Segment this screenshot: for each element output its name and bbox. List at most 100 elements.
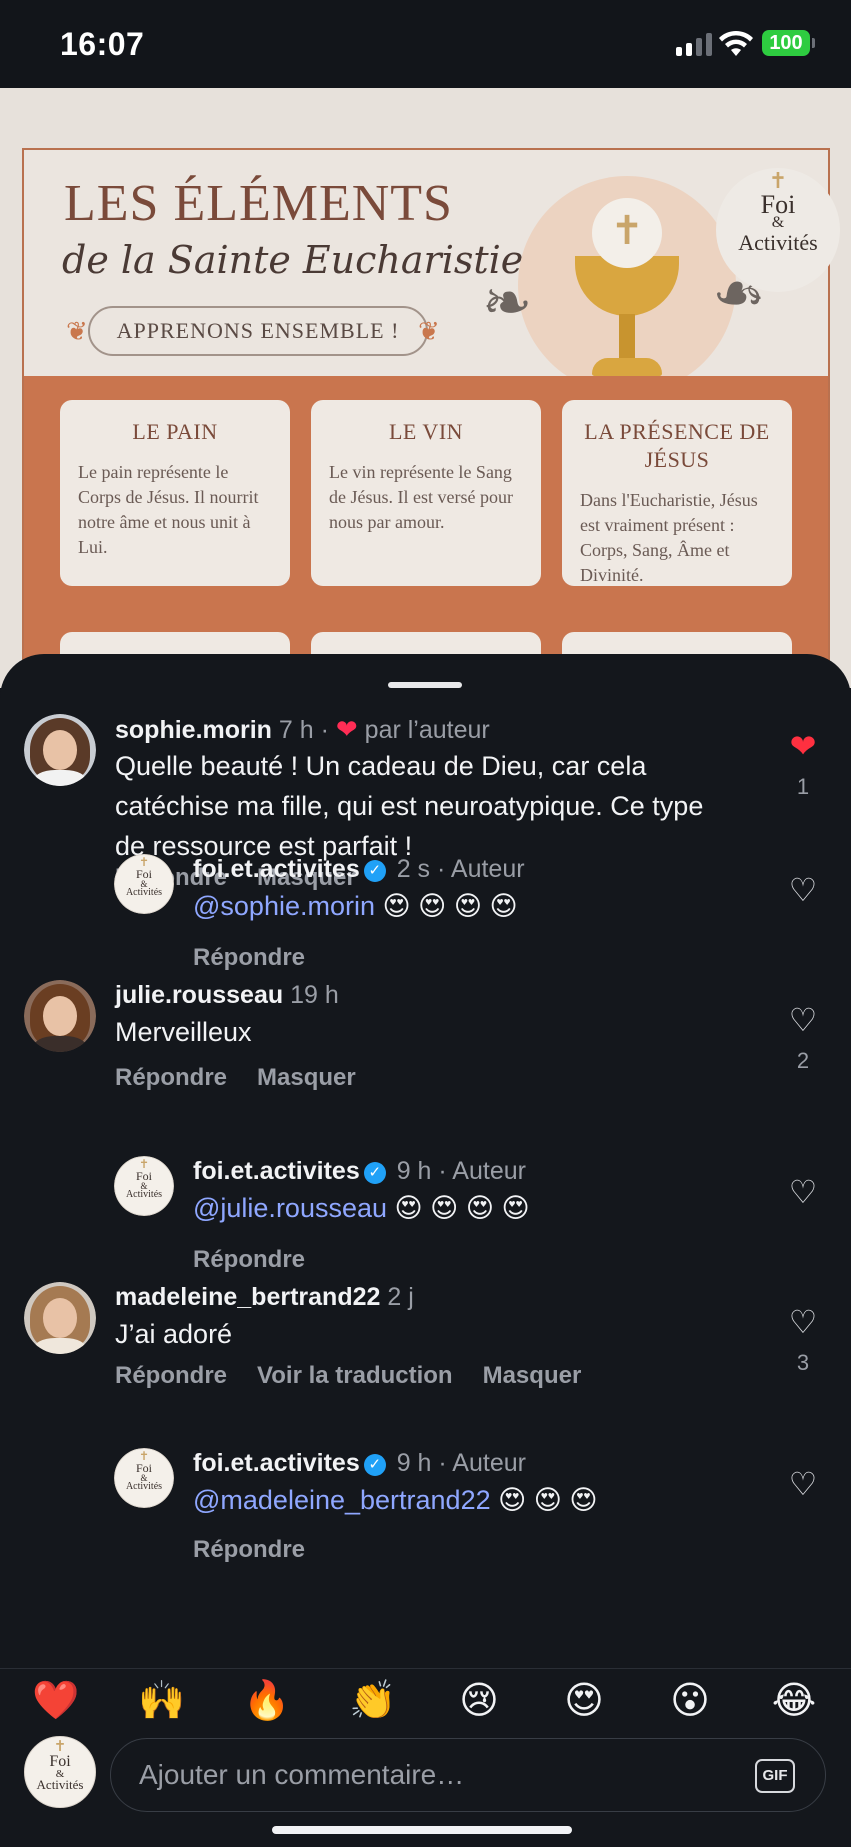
like-count: 1	[796, 774, 810, 799]
heart-outline-icon: ♡	[788, 1304, 818, 1340]
verified-badge-icon: ✓	[363, 860, 386, 882]
emoji-text: 😍 😍 😍 😍	[394, 1193, 530, 1223]
gif-icon[interactable]: GIF	[755, 1759, 795, 1793]
avatar[interactable]	[24, 714, 96, 786]
comment-actions: Répondre Voir la traduction Masquer	[115, 1362, 611, 1390]
comment-text: Quelle beauté ! Un cadeau de Dieu, car c…	[115, 751, 704, 861]
avatar[interactable]: ✝ Foi & Activités	[114, 1448, 174, 1508]
translate-button[interactable]: Voir la traduction	[257, 1362, 453, 1389]
reply-header: foi.et.activites ✓ 9 h · Auteur	[193, 1157, 526, 1185]
brand-logo: ✝ Foi & Activités	[24, 1736, 96, 1808]
brand-logo: ✝ Foi & Activités	[716, 168, 840, 292]
avatar[interactable]	[24, 980, 96, 1052]
reply-text: @julie.rousseau 😍 😍 😍 😍	[193, 1188, 530, 1228]
like-button[interactable]: ♡	[781, 1466, 825, 1502]
comment-header: julie.rousseau 19 h	[115, 980, 339, 1010]
liked-by-author-label: par l’auteur	[364, 716, 490, 744]
emoji-raised-hands-button[interactable]: 🙌	[138, 1679, 186, 1723]
status-bar: 16:07 100	[0, 0, 851, 88]
mention-link[interactable]: @julie.rousseau	[193, 1193, 387, 1223]
emoji-heart-button[interactable]: ❤️	[32, 1679, 80, 1723]
verified-badge-icon: ✓	[363, 1454, 386, 1476]
comment-actions: Répondre Masquer	[115, 1064, 386, 1092]
hide-button[interactable]: Masquer	[257, 1064, 356, 1091]
emoji-text: 😍 😍 😍 😍	[382, 891, 518, 921]
like-button[interactable]: ❤ 1	[781, 728, 825, 800]
hide-button[interactable]: Masquer	[483, 1362, 582, 1389]
reply-button[interactable]: Répondre	[193, 944, 305, 971]
comment-header: madeleine_bertrand22 2 j	[115, 1282, 414, 1312]
reply-button[interactable]: Répondre	[115, 1064, 227, 1091]
card-text: Le pain représente le Corps de Jésus. Il…	[78, 462, 259, 557]
card-title: LE VIN	[388, 419, 464, 444]
like-count: 2	[796, 1048, 810, 1073]
emoji-quick-bar: ❤️ 🙌 🔥 👏 😢 😍 😮 😂	[0, 1668, 851, 1736]
emoji-surprised-button[interactable]: 😮	[666, 1679, 714, 1723]
comment-username[interactable]: sophie.morin	[115, 716, 272, 744]
like-button[interactable]: ♡	[781, 872, 825, 908]
poster-subtitle: de la Sainte Eucharistie	[62, 238, 524, 282]
like-button[interactable]: ♡ 3	[781, 1304, 825, 1376]
reply-button[interactable]: Répondre	[115, 1362, 227, 1389]
emoji-laughing-button[interactable]: 😂	[770, 1679, 818, 1723]
status-time: 16:07	[60, 26, 145, 62]
mention-link[interactable]: @madeleine_bertrand22	[193, 1485, 491, 1515]
reply-username[interactable]: foi.et.activites	[193, 1157, 360, 1185]
comment-input[interactable]: Ajouter un commentaire… GIF	[110, 1738, 826, 1812]
avatar[interactable]: ✝ Foi & Activités	[114, 854, 174, 914]
battery-indicator: 100	[762, 30, 815, 56]
avatar[interactable]	[24, 1282, 96, 1354]
leaf-icon: ❦	[418, 316, 440, 346]
poster-card-wine: LE VIN Le vin représente le Sang de Jésu…	[311, 400, 541, 586]
emoji-text: 😍 😍 😍	[498, 1485, 598, 1515]
avatar[interactable]: ✝ Foi & Activités	[114, 1156, 174, 1216]
avatar: ✝ Foi & Activités	[24, 1736, 96, 1808]
heart-outline-icon: ♡	[788, 1002, 818, 1038]
author-label: Auteur	[452, 1157, 526, 1185]
comment-username[interactable]: madeleine_bertrand22	[115, 1283, 380, 1311]
reply-button[interactable]: Répondre	[193, 1536, 305, 1563]
like-button[interactable]: ♡ 2	[781, 1002, 825, 1074]
heart-outline-icon: ♡	[788, 872, 818, 908]
reply-actions: Répondre	[193, 1536, 335, 1564]
sheet-grabber[interactable]	[388, 682, 462, 688]
brand-logo: ✝ Foi & Activités	[114, 1448, 174, 1508]
home-indicator[interactable]	[272, 1826, 572, 1834]
comment-username[interactable]: julie.rousseau	[115, 981, 283, 1009]
reply-text: @madeleine_bertrand22 😍 😍 😍	[193, 1480, 598, 1520]
reply-button[interactable]: Répondre	[193, 1246, 305, 1273]
wifi-icon	[719, 30, 753, 56]
like-count: 3	[796, 1350, 810, 1375]
chalice-stem	[619, 314, 635, 364]
emoji-crying-button[interactable]: 😢	[455, 1679, 503, 1723]
reply-header: foi.et.activites ✓ 9 h · Auteur	[193, 1449, 526, 1477]
emoji-heart-eyes-button[interactable]: 😍	[560, 1679, 608, 1723]
leaf-icon: ❦	[66, 316, 88, 346]
verified-badge-icon: ✓	[363, 1162, 386, 1184]
brand-logo: ✝ Foi & Activités	[114, 1156, 174, 1216]
reply-username[interactable]: foi.et.activites	[193, 855, 360, 883]
poster-card-bread: LE PAIN Le pain représente le Corps de J…	[60, 400, 290, 586]
card-title: LE PAIN	[132, 419, 218, 444]
heart-icon: ❤	[335, 714, 358, 744]
card-text: Dans l'Eucharistie, Jésus est vraiment p…	[580, 490, 758, 585]
heart-outline-icon: ♡	[788, 1466, 818, 1502]
emoji-clap-button[interactable]: 👏	[349, 1679, 397, 1723]
chalice-base	[592, 358, 662, 376]
card-text: Le vin représente le Sang de Jésus. Il e…	[329, 462, 513, 532]
comment-time: 2 j	[387, 1283, 414, 1311]
emoji-fire-button[interactable]: 🔥	[243, 1679, 291, 1723]
host-cross-icon: ✝	[592, 198, 662, 268]
poster-card-presence: LA PRÉSENCE DE JÉSUS Dans l'Eucharistie,…	[562, 400, 792, 586]
cellular-signal-icon	[676, 32, 712, 56]
poster-title: LES ÉLÉMENTS	[64, 175, 453, 232]
comment-header: sophie.morin 7 h · ❤ par l’auteur	[115, 714, 490, 744]
like-button[interactable]: ♡	[781, 1174, 825, 1210]
reply-username[interactable]: foi.et.activites	[193, 1449, 360, 1477]
comment-input-placeholder: Ajouter un commentaire…	[139, 1759, 465, 1790]
logo-line: Activités	[125, 1481, 163, 1492]
post-image[interactable]: LES ÉLÉMENTS de la Sainte Eucharistie ❦ …	[0, 88, 851, 688]
mention-link[interactable]: @sophie.morin	[193, 891, 375, 921]
heart-outline-icon: ♡	[788, 1174, 818, 1210]
logo-line: Activités	[125, 1189, 163, 1200]
